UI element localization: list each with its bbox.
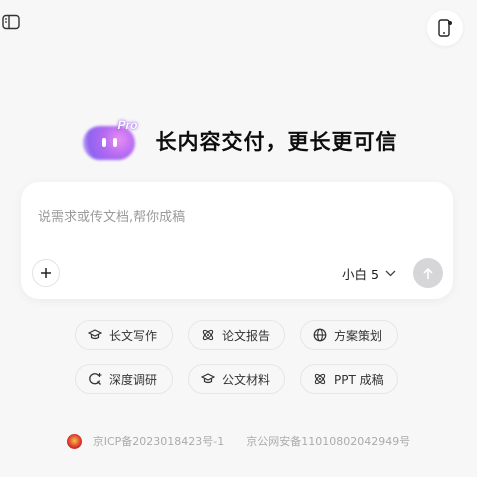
chip-ppt[interactable]: PPT 成稿 (300, 364, 398, 394)
chevron-down-icon (385, 270, 396, 276)
composer: 小白 5 (21, 182, 453, 299)
atom-icon (202, 329, 214, 341)
model-selector[interactable]: 小白 5 (342, 264, 396, 282)
graduation-cap-icon (88, 329, 102, 340)
mobile-app-button[interactable] (427, 10, 463, 46)
deep-search-icon (89, 373, 102, 385)
pro-badge: Pro (117, 118, 138, 132)
footer: 京ICP备2023018423号-1 京公网安备11010802042949号 (0, 433, 477, 449)
chip-label: 公文材料 (222, 372, 271, 387)
model-label: 小白 5 (342, 266, 379, 282)
police-record-link[interactable]: 京公网安备11010802042949号 (246, 433, 410, 449)
chip-row-1: 长文写作 论文报告 方案策划 (75, 320, 477, 350)
sidebar-toggle-button[interactable] (2, 13, 20, 31)
chip-label: PPT 成稿 (334, 372, 384, 387)
prompt-input[interactable] (38, 206, 428, 236)
graduation-cap-icon (201, 373, 215, 384)
chip-label: 方案策划 (334, 328, 383, 343)
mascot-logo: Pro (80, 118, 146, 164)
chip-row-2: 深度调研 公文材料 PPT 成稿 (75, 364, 477, 394)
chip-label: 长文写作 (109, 328, 158, 343)
police-badge-icon (66, 433, 82, 449)
chip-official-docs[interactable]: 公文材料 (188, 364, 285, 394)
arrow-up-icon (423, 267, 433, 279)
add-attachment-button[interactable] (32, 259, 60, 287)
quick-action-chips: 长文写作 论文报告 方案策划 深度调研 公文材料 PPT 成稿 (0, 320, 477, 408)
sidebar-toggle-icon (2, 14, 20, 30)
hero: Pro 长内容交付，更长更可信 (0, 118, 477, 164)
chip-label: 论文报告 (222, 328, 271, 343)
icp-link[interactable]: 京ICP备2023018423号-1 (93, 433, 225, 449)
mascot-eye-left (101, 138, 106, 147)
hero-title: 长内容交付，更长更可信 (155, 130, 398, 154)
chip-long-writing[interactable]: 长文写作 (75, 320, 173, 350)
chip-deep-research[interactable]: 深度调研 (75, 364, 173, 394)
send-button[interactable] (413, 258, 443, 288)
globe-icon (313, 328, 327, 342)
mascot-eye-right (112, 138, 117, 147)
mobile-device-icon (438, 19, 452, 37)
chip-label: 深度调研 (109, 372, 158, 387)
plus-icon (41, 268, 51, 278)
chip-planning[interactable]: 方案策划 (300, 320, 398, 350)
atom-icon (314, 373, 326, 385)
chip-paper-report[interactable]: 论文报告 (188, 320, 285, 350)
